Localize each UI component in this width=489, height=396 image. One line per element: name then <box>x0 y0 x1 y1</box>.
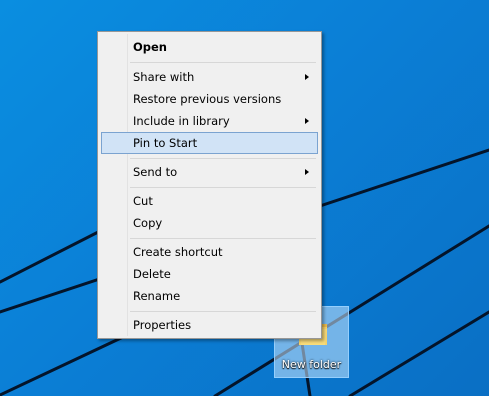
submenu-arrow-icon <box>305 74 309 80</box>
menu-item-include-in-library[interactable]: Include in library <box>101 110 318 132</box>
menu-item-rename[interactable]: Rename <box>101 285 318 307</box>
menu-separator <box>130 187 316 188</box>
menu-item-label: Rename <box>133 289 181 303</box>
menu-item-label: Restore previous versions <box>133 92 282 106</box>
submenu-arrow-icon <box>305 169 309 175</box>
menu-separator <box>130 238 316 239</box>
menu-separator <box>130 62 316 63</box>
menu-item-send-to[interactable]: Send to <box>101 161 318 183</box>
menu-separator <box>130 311 316 312</box>
menu-item-label: Include in library <box>133 114 230 128</box>
menu-item-label: Share with <box>133 70 195 84</box>
menu-item-label: Properties <box>133 318 192 332</box>
context-menu: Open Share with Restore previous version… <box>97 31 322 339</box>
menu-item-label: Copy <box>133 216 163 230</box>
menu-item-share-with[interactable]: Share with <box>101 66 318 88</box>
menu-item-pin-to-start[interactable]: Pin to Start <box>101 132 318 154</box>
menu-item-label: Open <box>133 40 167 54</box>
folder-label: New folder <box>281 358 342 371</box>
menu-item-label: Create shortcut <box>133 245 223 259</box>
menu-item-delete[interactable]: Delete <box>101 263 318 285</box>
menu-item-label: Cut <box>133 194 153 208</box>
menu-item-label: Delete <box>133 267 171 281</box>
menu-item-label: Send to <box>133 165 178 179</box>
menu-item-properties[interactable]: Properties <box>101 314 318 336</box>
menu-item-cut[interactable]: Cut <box>101 190 318 212</box>
menu-item-label: Pin to Start <box>133 136 198 150</box>
menu-item-copy[interactable]: Copy <box>101 212 318 234</box>
menu-item-open[interactable]: Open <box>101 36 318 58</box>
menu-separator <box>130 158 316 159</box>
menu-item-create-shortcut[interactable]: Create shortcut <box>101 241 318 263</box>
menu-item-restore-previous-versions[interactable]: Restore previous versions <box>101 88 318 110</box>
submenu-arrow-icon <box>305 118 309 124</box>
